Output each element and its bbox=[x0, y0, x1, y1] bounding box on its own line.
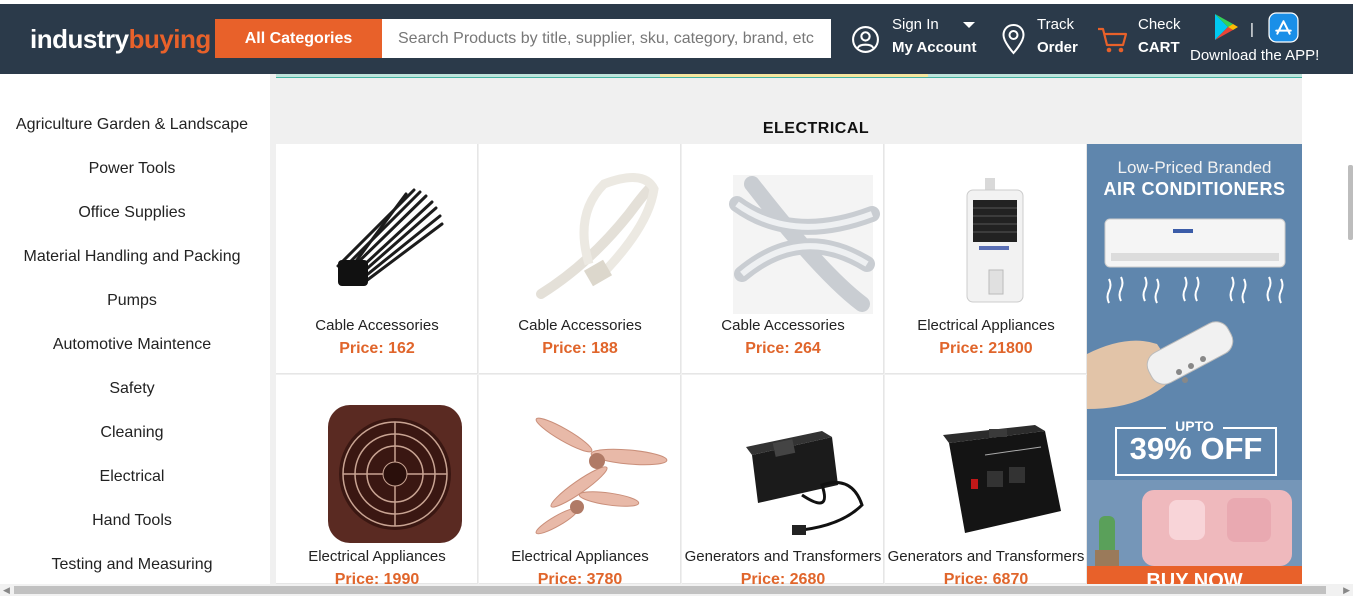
order-label: Order bbox=[1037, 39, 1078, 56]
product-price: Price: 188 bbox=[542, 340, 618, 357]
product-category[interactable]: Electrical Appliances bbox=[479, 548, 681, 565]
horizontal-scrollbar[interactable]: ◀ ▶ bbox=[0, 584, 1353, 596]
sidebar-item-office-supplies[interactable]: Office Supplies bbox=[0, 204, 264, 222]
check-label: Check bbox=[1138, 16, 1181, 33]
ad-line1: Low-Priced Branded bbox=[1117, 158, 1272, 177]
sofa-scene-image bbox=[1087, 480, 1302, 566]
discount-label: 39% OFF bbox=[1129, 431, 1263, 466]
scroll-left-arrow-icon[interactable]: ◀ bbox=[3, 584, 10, 596]
cable-ties-black-image bbox=[336, 188, 444, 286]
sidebar-item-hand-tools[interactable]: Hand Tools bbox=[0, 512, 264, 530]
cart-label: CART bbox=[1138, 39, 1180, 56]
product-card[interactable]: Generators and Transformers Price: 2680 bbox=[682, 375, 884, 588]
scroll-right-arrow-icon[interactable]: ▶ bbox=[1343, 584, 1350, 596]
transformer-box-image bbox=[943, 425, 1061, 533]
product-price: Price: 162 bbox=[339, 340, 415, 357]
sidebar-item-material-handling[interactable]: Material Handling and Packing bbox=[0, 248, 264, 266]
user-icon[interactable] bbox=[851, 25, 880, 54]
exhaust-fan-image bbox=[328, 405, 462, 543]
app-separator: | bbox=[1250, 21, 1254, 38]
ad-line2: AIR CONDITIONERS bbox=[1103, 179, 1286, 199]
top-header: industrybuying All Categories Sign In My… bbox=[0, 0, 1353, 74]
sidebar-item-cleaning[interactable]: Cleaning bbox=[0, 424, 264, 442]
download-app-label[interactable]: Download the APP! bbox=[1190, 44, 1319, 67]
braided-sleeving-image bbox=[729, 175, 880, 314]
product-card[interactable]: Cable Accessories Price: 264 bbox=[682, 144, 884, 374]
hand-with-remote-image bbox=[1087, 321, 1234, 409]
app-store-icon[interactable] bbox=[1268, 12, 1299, 43]
product-category[interactable]: Cable Accessories bbox=[479, 317, 681, 334]
chevron-down-icon[interactable] bbox=[962, 20, 976, 30]
banner-bottom-edge bbox=[276, 74, 1302, 78]
category-sidebar: Agriculture Garden & Landscape Power Too… bbox=[0, 74, 270, 584]
sidebar-item-pumps[interactable]: Pumps bbox=[0, 292, 264, 310]
product-category[interactable]: Cable Accessories bbox=[682, 317, 884, 334]
vertical-scrollbar-thumb[interactable] bbox=[1348, 165, 1353, 240]
sidebar-item-power-tools[interactable]: Power Tools bbox=[0, 160, 264, 178]
my-account-label[interactable]: My Account bbox=[892, 36, 976, 59]
product-card[interactable]: Cable Accessories Price: 162 bbox=[276, 144, 478, 374]
product-card[interactable]: Generators and Transformers Price: 6870 bbox=[885, 375, 1087, 588]
track-order-link[interactable]: Track Order bbox=[1037, 13, 1078, 59]
cable-tie-white-image bbox=[536, 173, 659, 299]
top-strip bbox=[0, 0, 1353, 4]
ceiling-fan-image bbox=[535, 417, 668, 535]
buy-now-button[interactable]: BUY NOW bbox=[1087, 566, 1302, 584]
track-label: Track bbox=[1037, 16, 1074, 33]
product-card[interactable]: Cable Accessories Price: 188 bbox=[479, 144, 681, 374]
right-gutter bbox=[1302, 74, 1353, 584]
product-card[interactable]: Electrical Appliances Price: 21800 bbox=[885, 144, 1087, 374]
product-card[interactable]: Electrical Appliances Price: 1990 bbox=[276, 375, 478, 588]
product-category[interactable]: Generators and Transformers bbox=[885, 548, 1087, 565]
air-cooler-image bbox=[966, 178, 1024, 303]
sidebar-item-safety[interactable]: Safety bbox=[0, 380, 264, 398]
logo-text-industry: industry bbox=[30, 24, 129, 54]
sidebar-item-agriculture[interactable]: Agriculture Garden & Landscape bbox=[0, 116, 264, 134]
sidebar-item-testing[interactable]: Testing and Measuring bbox=[0, 556, 264, 574]
location-pin-icon[interactable] bbox=[1001, 23, 1026, 55]
check-cart-link[interactable]: Check CART bbox=[1138, 13, 1181, 59]
all-categories-button[interactable]: All Categories bbox=[215, 19, 382, 58]
product-category[interactable]: Cable Accessories bbox=[276, 317, 478, 334]
logo-text-buying: buying bbox=[128, 24, 212, 54]
product-category[interactable]: Generators and Transformers bbox=[682, 548, 884, 565]
search-input[interactable] bbox=[382, 19, 831, 58]
product-category[interactable]: Electrical Appliances bbox=[276, 548, 478, 565]
voltage-converter-image bbox=[746, 431, 864, 535]
google-play-icon[interactable] bbox=[1212, 12, 1240, 42]
sidebar-item-electrical[interactable]: Electrical bbox=[0, 468, 264, 486]
product-price: Price: 21800 bbox=[939, 340, 1033, 357]
ac-promo-banner[interactable]: Low-Priced Branded AIR CONDITIONERS UPTO… bbox=[1087, 144, 1302, 584]
sidebar-item-automotive[interactable]: Automotive Maintence bbox=[0, 336, 264, 354]
product-category[interactable]: Electrical Appliances bbox=[885, 317, 1087, 334]
horizontal-scrollbar-thumb[interactable] bbox=[14, 586, 1326, 594]
air-conditioner-image bbox=[1104, 218, 1286, 304]
product-card[interactable]: Electrical Appliances Price: 3780 bbox=[479, 375, 681, 588]
product-price: Price: 264 bbox=[745, 340, 821, 357]
cart-icon[interactable] bbox=[1097, 26, 1129, 54]
site-logo[interactable]: industrybuying bbox=[30, 24, 211, 55]
section-title: ELECTRICAL bbox=[762, 120, 870, 137]
